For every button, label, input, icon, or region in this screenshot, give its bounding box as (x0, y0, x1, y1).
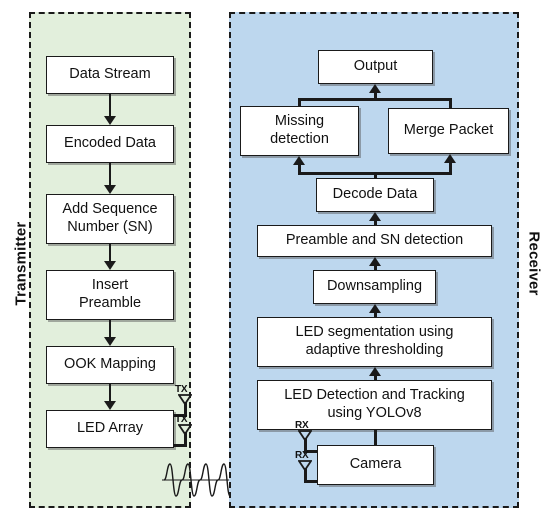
connector-camera-to-led-detection (374, 430, 377, 446)
block-insert-preamble: Insert Preamble (46, 270, 174, 320)
transmitter-panel-label: Transmitter (12, 221, 30, 306)
tx-antenna-2-icon (178, 424, 192, 435)
block-insert-preamble-label-line1: Insert (91, 277, 129, 294)
block-led-array: LED Array (46, 410, 174, 448)
block-preamble-sn-detection: Preamble and SN detection (257, 225, 492, 257)
tx-antenna-2-label: TX (175, 414, 188, 425)
block-missing-detection-label-line2: detection (270, 131, 329, 147)
arrowhead-led-array (103, 401, 116, 410)
connector-output-bus (298, 98, 452, 101)
block-encoded-data-label: Encoded Data (64, 135, 156, 152)
rx-antenna-2-icon (298, 460, 312, 471)
block-output: Output (318, 50, 433, 84)
block-merge-packet: Merge Packet (388, 108, 509, 154)
block-decode-data-label: Decode Data (332, 186, 418, 203)
block-ook-mapping-label: OOK Mapping (64, 356, 156, 373)
block-downsampling-label: Downsampling (326, 278, 423, 295)
block-preamble-sn-detection-label: Preamble and SN detection (285, 232, 464, 249)
arrowhead-insert-preamble (103, 261, 116, 270)
block-missing-detection-label-line1: Missing (274, 113, 325, 130)
block-decode-data: Decode Data (316, 178, 434, 212)
block-diagram-figure: Transmitter Data Stream Encoded Data Add… (0, 0, 550, 525)
block-encoded-data: Encoded Data (46, 125, 174, 163)
block-led-segmentation: LED segmentation using adaptive threshol… (257, 317, 492, 367)
arrowhead-encoded-data (103, 116, 116, 125)
block-led-detection-tracking-label-line2: using YOLOv8 (327, 405, 422, 421)
block-downsampling: Downsampling (313, 270, 436, 304)
block-add-sequence-number: Add Sequence Number (SN) (46, 194, 174, 244)
arrowhead-add-sequence-number (103, 185, 116, 194)
block-add-sequence-number-label-line1: Add Sequence (62, 201, 158, 218)
block-led-segmentation-label-line2: adaptive thresholding (305, 342, 444, 358)
block-led-segmentation-label-line1: LED segmentation using (295, 324, 454, 341)
block-output-label: Output (353, 58, 398, 75)
receiver-panel-label: Receiver (525, 231, 543, 296)
block-missing-detection: Missing detection (240, 106, 359, 156)
connector-merge-packet-to-output-bus (449, 98, 452, 108)
arrowhead-ook-mapping (103, 337, 116, 346)
rx-antenna-2-label: RX (295, 450, 309, 461)
rx-antenna-1-icon (298, 430, 312, 441)
block-data-stream: Data Stream (46, 56, 174, 94)
block-led-detection-tracking-label-line1: LED Detection and Tracking (284, 387, 465, 404)
block-led-detection-tracking: LED Detection and Tracking using YOLOv8 (257, 380, 492, 430)
block-camera: Camera (317, 445, 434, 485)
tx-antenna-1-label: TX (175, 384, 188, 395)
rx-antenna-1-label: RX (295, 420, 309, 431)
block-data-stream-label: Data Stream (69, 66, 151, 83)
block-ook-mapping: OOK Mapping (46, 346, 174, 384)
block-merge-packet-label: Merge Packet (403, 122, 494, 139)
block-add-sequence-number-label-line2: Number (SN) (67, 219, 153, 235)
block-camera-label: Camera (349, 456, 402, 473)
block-insert-preamble-label-line2: Preamble (78, 295, 142, 311)
tx-antenna-1-icon (178, 394, 192, 405)
block-led-array-label: LED Array (76, 420, 144, 437)
